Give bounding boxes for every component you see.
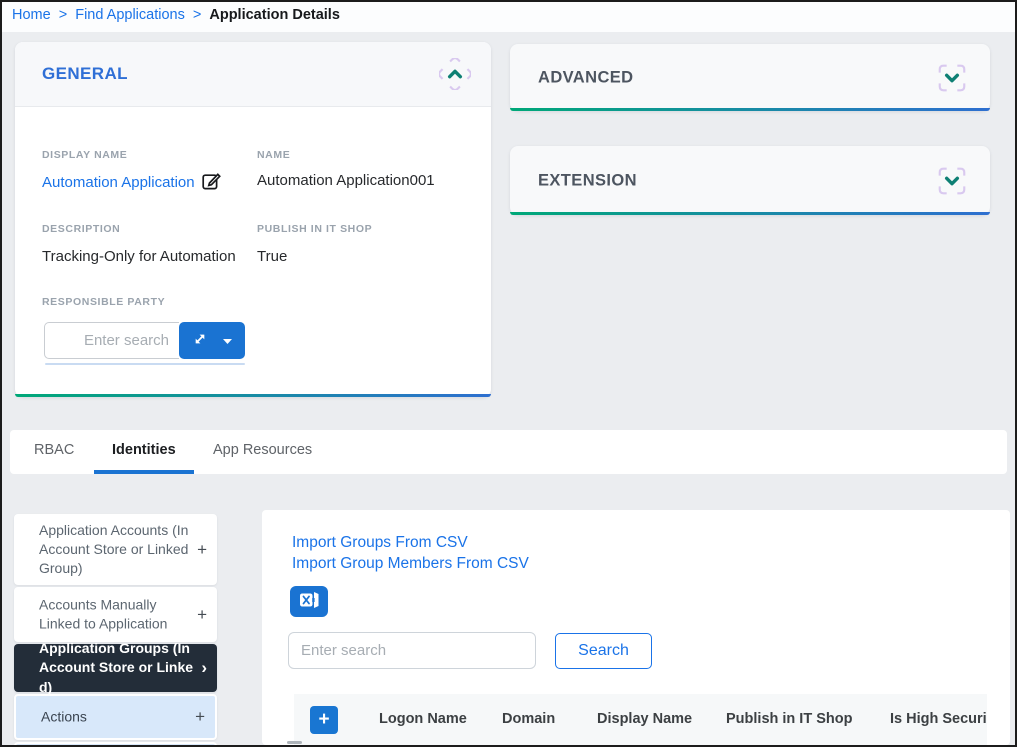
sidebar-item-actions[interactable]: Actions + xyxy=(14,694,217,740)
advanced-panel-accent xyxy=(510,108,990,111)
extension-panel-accent xyxy=(510,212,990,215)
export-excel-button[interactable] xyxy=(290,586,328,617)
responsible-party-expand-button[interactable] xyxy=(179,322,245,359)
sidebar-item-application-groups[interactable]: Application Groups (In Account Store or … xyxy=(14,644,217,692)
display-name-label: DISPLAY NAME xyxy=(42,149,127,161)
diagonal-expand-icon xyxy=(191,330,209,351)
breadcrumb: Home > Find Applications > Application D… xyxy=(12,7,340,23)
advanced-panel-title: ADVANCED xyxy=(538,68,633,87)
display-name-link[interactable]: Automation Application xyxy=(42,174,195,191)
search-button[interactable]: Search xyxy=(555,633,652,669)
chevron-up-icon xyxy=(439,78,471,93)
name-label: NAME xyxy=(257,149,290,161)
sidebar-item-label: Accounts Manually Linked to Application xyxy=(39,595,197,634)
breadcrumb-home[interactable]: Home xyxy=(12,7,51,23)
column-header-is-high-security[interactable]: Is High Securi xyxy=(890,711,987,727)
responsible-party-label: RESPONSIBLE PARTY xyxy=(42,296,165,308)
general-panel-accent xyxy=(15,394,491,397)
tab-bar: RBAC Identities App Resources xyxy=(10,430,1007,474)
sidebar-item-partial[interactable] xyxy=(14,742,217,747)
sidebar-item-label: Actions xyxy=(41,707,199,726)
tab-identities[interactable]: Identities xyxy=(112,442,176,458)
sidebar-item-application-accounts[interactable]: Application Accounts (In Account Store o… xyxy=(14,514,217,585)
description-label: DESCRIPTION xyxy=(42,223,120,235)
group-search-input[interactable] xyxy=(288,632,536,669)
import-groups-csv-link[interactable]: Import Groups From CSV xyxy=(292,534,468,552)
plus-icon: + xyxy=(197,540,207,560)
edit-icon[interactable] xyxy=(201,171,221,195)
tab-app-resources[interactable]: App Resources xyxy=(213,442,312,458)
extension-panel-title: EXTENSION xyxy=(538,171,637,190)
groups-table-header: + Logon Name Domain Display Name Publish… xyxy=(294,694,987,746)
name-value: Automation Application001 xyxy=(257,172,435,189)
responsible-party-underline xyxy=(45,363,245,365)
chevron-down-icon xyxy=(936,82,968,97)
publish-in-it-shop-value: True xyxy=(257,248,287,265)
general-panel-title: GENERAL xyxy=(42,64,128,84)
breadcrumb-find-applications[interactable]: Find Applications xyxy=(75,7,185,23)
sidebar-item-label: Application Groups (In Account Store or … xyxy=(39,639,197,697)
advanced-expand-button[interactable] xyxy=(936,62,968,94)
breadcrumb-separator: > xyxy=(59,7,67,23)
display-name-value: Automation Application xyxy=(42,171,221,195)
breadcrumb-separator: > xyxy=(193,7,201,23)
tab-rbac[interactable]: RBAC xyxy=(34,442,74,458)
advanced-panel[interactable]: ADVANCED xyxy=(510,44,990,111)
extension-expand-button[interactable] xyxy=(936,165,968,197)
import-group-members-csv-link[interactable]: Import Group Members From CSV xyxy=(292,555,529,573)
groups-content-panel: Import Groups From CSV Import Group Memb… xyxy=(262,510,1010,745)
add-group-button[interactable]: + xyxy=(310,706,338,734)
breadcrumb-current: Application Details xyxy=(209,7,340,23)
horizontal-scrollbar-thumb[interactable] xyxy=(287,741,302,744)
responsible-party-picker xyxy=(44,322,245,359)
extension-panel[interactable]: EXTENSION xyxy=(510,146,990,215)
plus-icon: + xyxy=(197,605,207,625)
general-panel-header[interactable]: GENERAL xyxy=(15,42,491,107)
breadcrumb-bar: Home > Find Applications > Application D… xyxy=(2,2,1015,32)
excel-icon xyxy=(297,589,321,614)
general-panel: GENERAL DISPLAY NAME Autom xyxy=(15,42,491,397)
application-details-screen: Home > Find Applications > Application D… xyxy=(0,0,1017,747)
chevron-right-icon: › xyxy=(201,658,207,678)
column-header-publish-in-it-shop[interactable]: Publish in IT Shop xyxy=(726,711,852,727)
sidebar-item-accounts-manually-linked[interactable]: Accounts Manually Linked to Application … xyxy=(14,587,217,642)
active-tab-underline xyxy=(94,470,194,474)
plus-icon: + xyxy=(195,707,205,727)
column-header-domain[interactable]: Domain xyxy=(502,711,555,727)
publish-in-it-shop-label: PUBLISH IN IT SHOP xyxy=(257,223,372,235)
responsible-party-search-input[interactable] xyxy=(44,322,179,359)
general-collapse-button[interactable] xyxy=(439,58,471,90)
column-header-logon-name[interactable]: Logon Name xyxy=(379,711,467,727)
description-value: Tracking-Only for Automation xyxy=(42,248,236,265)
chevron-down-icon xyxy=(936,185,968,200)
column-header-display-name[interactable]: Display Name xyxy=(597,711,692,727)
sidebar-item-label: Application Accounts (In Account Store o… xyxy=(39,521,197,579)
caret-down-icon xyxy=(222,333,233,348)
